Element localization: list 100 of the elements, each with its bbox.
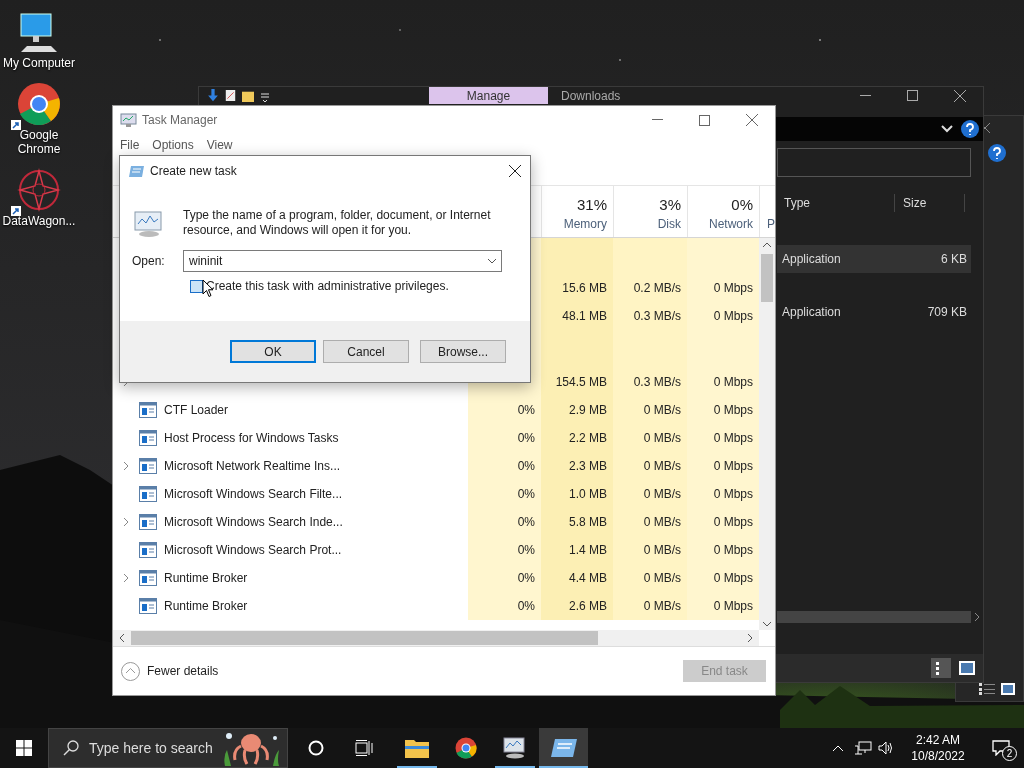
chevron-right-icon[interactable]	[123, 461, 129, 471]
chevron-down-icon[interactable]	[487, 258, 497, 264]
menu-item[interactable]: File	[120, 136, 140, 154]
clock-time[interactable]: 2:42 AM	[916, 732, 960, 748]
fewer-details-link[interactable]: Fewer details	[147, 662, 219, 680]
network-icon[interactable]	[854, 741, 872, 755]
table-cell: 154.5 MB	[541, 368, 613, 396]
chevron-up-icon[interactable]	[762, 242, 772, 248]
search-icon	[63, 740, 79, 756]
chevron-right-icon[interactable]	[123, 517, 129, 527]
scrollbar[interactable]	[759, 238, 775, 630]
table-cell	[687, 238, 759, 274]
table-cell: 0 MB/s	[613, 396, 687, 424]
help-icon[interactable]	[961, 120, 979, 138]
taskbar-app[interactable]	[539, 728, 588, 768]
speaker-icon[interactable]	[878, 741, 894, 755]
circle-icon[interactable]	[308, 740, 324, 756]
column-header[interactable]: P	[759, 186, 775, 237]
folder-icon[interactable]	[404, 738, 429, 758]
monitor-chart-icon	[133, 210, 165, 238]
column-header[interactable]: Size	[895, 194, 965, 212]
file-size: 6 KB	[941, 251, 968, 268]
scroll-thumb[interactable]	[761, 254, 773, 302]
menu-item[interactable]: View	[206, 136, 233, 154]
open-combobox[interactable]: wininit	[183, 250, 502, 272]
desktop-icon-label[interactable]: Google Chrome	[0, 128, 78, 156]
column-header[interactable]: 31% Memory	[541, 186, 613, 237]
file-row[interactable]: Application 709 KB	[777, 298, 971, 326]
table-cell: 15.6 MB	[541, 274, 613, 302]
details-view-icon[interactable]	[931, 658, 951, 678]
table-cell: 0 Mbps	[687, 452, 759, 480]
notifications-icon[interactable]	[992, 740, 1010, 756]
table-cell: 0%	[468, 396, 541, 424]
file-type: Application	[781, 251, 841, 268]
table-cell: 0 Mbps	[687, 368, 759, 396]
table-cell: 0 MB/s	[613, 424, 687, 452]
app-window-icon	[139, 430, 157, 446]
app-window-icon	[139, 570, 157, 586]
scroll-thumb[interactable]	[131, 631, 598, 645]
table-cell: 2.6 MB	[541, 592, 613, 620]
details-view-icon[interactable]	[979, 683, 995, 695]
folder-icon[interactable]	[242, 89, 254, 102]
help-icon[interactable]	[988, 144, 1006, 162]
desktop-icon-label[interactable]: DataWagon...	[2, 214, 76, 228]
shortcut-arrow-icon	[11, 206, 21, 216]
table-cell: 0 Mbps	[687, 536, 759, 564]
table-cell: 0 MB/s	[613, 480, 687, 508]
table-cell: 2.3 MB	[541, 452, 613, 480]
monitor-chart-icon	[120, 112, 137, 128]
chevron-left-icon[interactable]	[119, 633, 125, 643]
scrollbar[interactable]	[113, 630, 759, 646]
menu-item[interactable]: Options	[152, 136, 194, 154]
down-arrow-icon[interactable]	[207, 89, 219, 102]
chevron-right-icon[interactable]	[974, 612, 980, 622]
table-cell: 0 Mbps	[687, 480, 759, 508]
table-cell: 0 Mbps	[687, 274, 759, 302]
table-cell: 48.1 MB	[541, 302, 613, 330]
file-row[interactable]: Application 6 KB	[777, 245, 971, 273]
chrome-icon[interactable]	[454, 737, 477, 759]
monitor-chart-icon[interactable]	[502, 737, 527, 759]
table-cell: 0.3 MB/s	[613, 302, 687, 330]
chevron-up-circle-icon[interactable]	[121, 661, 140, 681]
app-window-icon	[139, 486, 157, 502]
chevron-down-icon[interactable]	[762, 621, 772, 627]
thumbnail-view-icon[interactable]	[1001, 683, 1015, 695]
ribbon-tab[interactable]: Manage	[429, 87, 548, 104]
process-name: Microsoft Windows Search Inde...	[164, 514, 343, 531]
dialog-button[interactable]: OK	[230, 340, 316, 363]
dialog-button[interactable]: Browse...	[420, 340, 506, 363]
table-cell: 0 MB/s	[613, 452, 687, 480]
scrollbar[interactable]	[777, 611, 971, 623]
clock-date[interactable]: 10/8/2022	[911, 748, 965, 764]
window-title: Task Manager	[142, 112, 218, 129]
table-cell: 0 Mbps	[687, 508, 759, 536]
table-cell: 0%	[468, 592, 541, 620]
dialog-button[interactable]: Cancel	[323, 340, 409, 363]
table-cell	[541, 238, 613, 274]
task-view-icon[interactable]	[355, 740, 373, 756]
properties-icon[interactable]	[225, 89, 236, 102]
run-icon[interactable]	[550, 739, 577, 757]
close-icon[interactable]	[509, 165, 521, 177]
process-name: Microsoft Network Realtime Ins...	[164, 458, 341, 475]
column-header[interactable]: Type	[777, 194, 895, 212]
column-header[interactable]: 0% Network	[687, 186, 759, 237]
thumbnail-view-icon[interactable]	[959, 661, 975, 675]
table-cell: 0 Mbps	[687, 564, 759, 592]
table-cell: 0 MB/s	[613, 564, 687, 592]
windows-logo-icon[interactable]	[16, 740, 32, 756]
window-title: Downloads	[561, 88, 621, 103]
app-window-icon	[139, 402, 157, 418]
table-cell: 0 MB/s	[613, 536, 687, 564]
table-cell: 1.0 MB	[541, 480, 613, 508]
search-box[interactable]: Type here to search	[48, 728, 288, 768]
app-window-icon	[139, 598, 157, 614]
chevron-right-icon[interactable]	[747, 633, 753, 643]
column-header[interactable]: 3% Disk	[613, 186, 687, 237]
chevron-right-icon[interactable]	[123, 573, 129, 583]
table-cell: 0.2 MB/s	[613, 274, 687, 302]
desktop-icon-label[interactable]: My Computer	[3, 56, 75, 70]
run-icon	[129, 165, 144, 177]
